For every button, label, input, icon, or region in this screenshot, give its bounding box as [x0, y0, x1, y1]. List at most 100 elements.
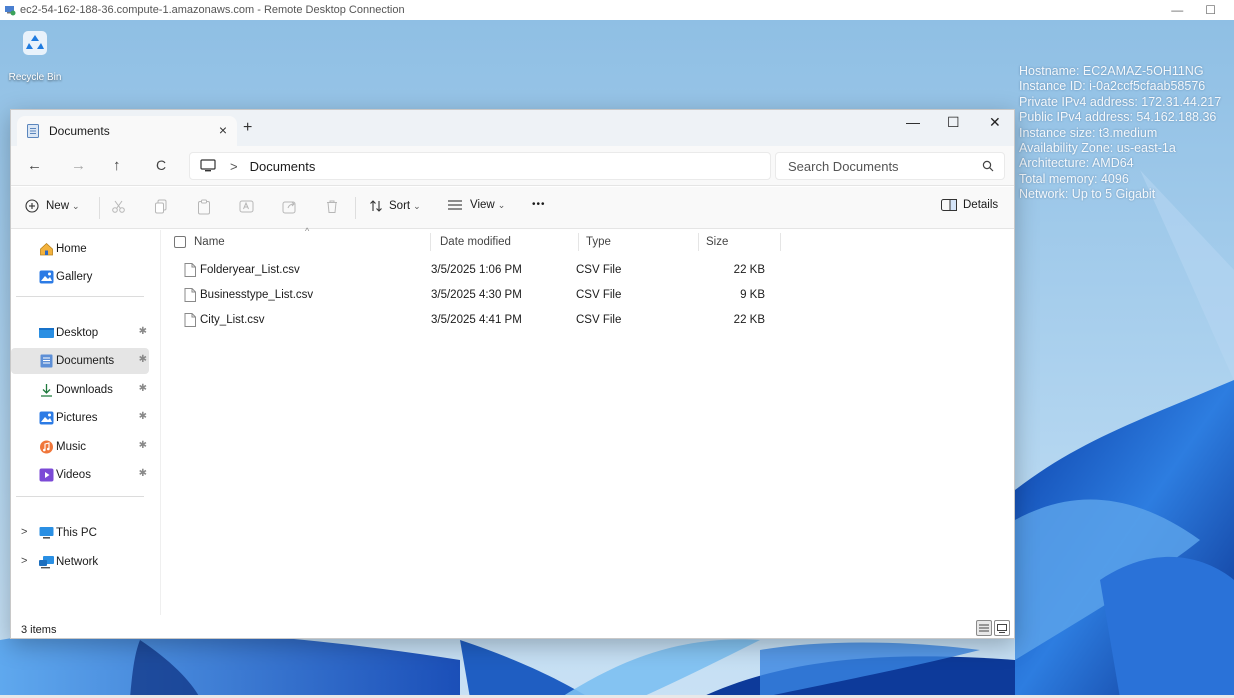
navigation-pane: Home Gallery Desktop ✱ Documents ✱ Downl…	[11, 230, 151, 618]
sidebar-label: Videos	[56, 469, 91, 481]
paste-button[interactable]	[197, 199, 211, 215]
view-lines-icon	[448, 200, 462, 210]
pin-icon[interactable]: ✱	[139, 440, 147, 451]
music-icon	[40, 440, 53, 454]
column-header-name[interactable]: Name	[194, 230, 225, 254]
new-tab-button[interactable]: +	[243, 119, 252, 137]
bginfo-architecture: Architecture: AMD64	[1019, 156, 1134, 171]
sidebar-item-gallery[interactable]: Gallery	[11, 264, 149, 290]
breadcrumb-separator: >	[230, 158, 238, 174]
recycle-bin-shortcut[interactable]: Recycle Bin	[6, 28, 64, 83]
more-options-button[interactable]: •••	[532, 199, 546, 210]
column-divider[interactable]	[698, 233, 699, 251]
bginfo-availability-zone: Availability Zone: us-east-1a	[1019, 141, 1176, 156]
up-button[interactable]: ↑	[113, 157, 121, 174]
this-pc-icon	[39, 527, 54, 539]
table-row[interactable]: Businesstype_List.csv 3/5/2025 4:30 PM C…	[181, 283, 779, 308]
gallery-icon	[39, 270, 54, 284]
column-divider[interactable]	[780, 233, 781, 251]
file-explorer-window: Documents × + — ☐ ✕ ← → ↑ C > Documents …	[10, 109, 1015, 639]
new-button[interactable]: New ⌄	[25, 199, 80, 213]
view-label: View	[470, 199, 495, 211]
tiles-view-toggle[interactable]	[994, 620, 1010, 636]
rdp-title-bar: ec2-54-162-188-36.compute-1.amazonaws.co…	[0, 0, 1234, 20]
details-view-icon	[979, 624, 989, 632]
remote-desktop-icon	[4, 4, 16, 16]
file-date: 3/5/2025 1:06 PM	[431, 264, 522, 276]
sidebar-item-downloads[interactable]: Downloads ✱	[11, 377, 149, 403]
sidebar-item-documents[interactable]: Documents ✱	[11, 348, 149, 374]
sidebar-label: Network	[56, 556, 99, 568]
sidebar-item-desktop[interactable]: Desktop ✱	[11, 320, 149, 346]
pin-icon[interactable]: ✱	[139, 411, 147, 422]
pin-icon[interactable]: ✱	[139, 354, 147, 365]
sidebar-label: Pictures	[56, 412, 98, 424]
column-header-label: Name	[194, 236, 225, 248]
file-size: 22 KB	[733, 314, 765, 326]
refresh-button[interactable]: C	[156, 157, 166, 173]
minimize-button[interactable]: —	[906, 114, 920, 130]
rename-button[interactable]	[239, 199, 254, 214]
sidebar-item-videos[interactable]: Videos ✱	[11, 462, 149, 488]
sidebar-label: Music	[56, 441, 87, 453]
bginfo-public-ip: Public IPv4 address: 54.162.188.36	[1019, 110, 1217, 125]
expand-chevron-icon[interactable]: >	[21, 526, 27, 538]
details-view-toggle[interactable]	[976, 620, 992, 636]
select-all-checkbox[interactable]	[174, 230, 186, 254]
pin-icon[interactable]: ✱	[139, 326, 147, 337]
download-arrow-icon	[41, 384, 52, 397]
forward-button[interactable]: →	[71, 157, 86, 174]
rdp-title: ec2-54-162-188-36.compute-1.amazonaws.co…	[20, 4, 405, 16]
sidebar-item-this-pc[interactable]: > This PC	[11, 520, 149, 546]
tab-label: Documents	[49, 124, 110, 138]
cut-button[interactable]	[111, 199, 126, 214]
tab-documents[interactable]: Documents ×	[17, 116, 237, 146]
view-button[interactable]: View ⌄	[447, 199, 505, 211]
back-button[interactable]: ←	[27, 157, 42, 174]
search-box[interactable]: Search Documents	[775, 152, 1005, 180]
sidebar-label: This PC	[56, 527, 97, 539]
maximize-button[interactable]: ☐	[947, 114, 960, 131]
desktop-folder-icon	[39, 328, 54, 338]
network-icon	[39, 556, 54, 569]
pin-icon[interactable]: ✱	[139, 468, 147, 479]
bginfo-panel: Hostname: EC2AMAZ-5OH11NG Instance ID: i…	[1019, 64, 1221, 203]
share-button[interactable]	[282, 199, 297, 214]
pane-splitter[interactable]	[160, 230, 161, 615]
sidebar-label: Home	[56, 243, 87, 255]
column-header-size[interactable]: Size	[706, 230, 728, 254]
file-type: CSV File	[576, 264, 622, 276]
expand-chevron-icon[interactable]: >	[21, 555, 27, 567]
file-date: 3/5/2025 4:30 PM	[431, 289, 522, 301]
column-divider[interactable]	[430, 233, 431, 251]
bginfo-memory: Total memory: 4096	[1019, 171, 1129, 186]
rdp-maximize-button[interactable]: ☐	[1205, 3, 1216, 17]
file-icon	[184, 288, 196, 302]
column-divider[interactable]	[578, 233, 579, 251]
column-header-type[interactable]: Type	[586, 230, 611, 254]
trash-icon	[327, 200, 337, 213]
sidebar-item-network[interactable]: > Network	[11, 549, 149, 575]
recycle-bin-label: Recycle Bin	[8, 72, 62, 83]
sidebar-label: Desktop	[56, 327, 99, 339]
address-bar[interactable]: > Documents	[189, 152, 771, 180]
close-button[interactable]: ✕	[989, 114, 1001, 131]
sidebar-label: Documents	[56, 355, 115, 367]
recycle-bin-icon	[23, 31, 47, 55]
sort-button[interactable]: Sort ⌄	[369, 199, 421, 213]
sidebar-item-home[interactable]: Home	[11, 236, 149, 262]
details-pane-button[interactable]: Details	[941, 199, 998, 211]
tab-close-button[interactable]: ×	[219, 122, 227, 138]
details-label: Details	[963, 199, 999, 211]
table-row[interactable]: Folderyear_List.csv 3/5/2025 1:06 PM CSV…	[181, 258, 779, 283]
delete-button[interactable]	[325, 199, 339, 214]
copy-button[interactable]	[154, 199, 168, 214]
breadcrumb[interactable]: Documents	[250, 159, 316, 174]
sidebar-item-music[interactable]: Music ✱	[11, 434, 149, 460]
sort-ascending-icon: ^	[305, 226, 310, 236]
rdp-minimize-button[interactable]: —	[1171, 3, 1183, 17]
column-header-date-modified[interactable]: Date modified	[440, 230, 511, 254]
sidebar-item-pictures[interactable]: Pictures ✱	[11, 405, 149, 431]
table-row[interactable]: City_List.csv 3/5/2025 4:41 PM CSV File …	[181, 308, 779, 333]
pin-icon[interactable]: ✱	[139, 383, 147, 394]
